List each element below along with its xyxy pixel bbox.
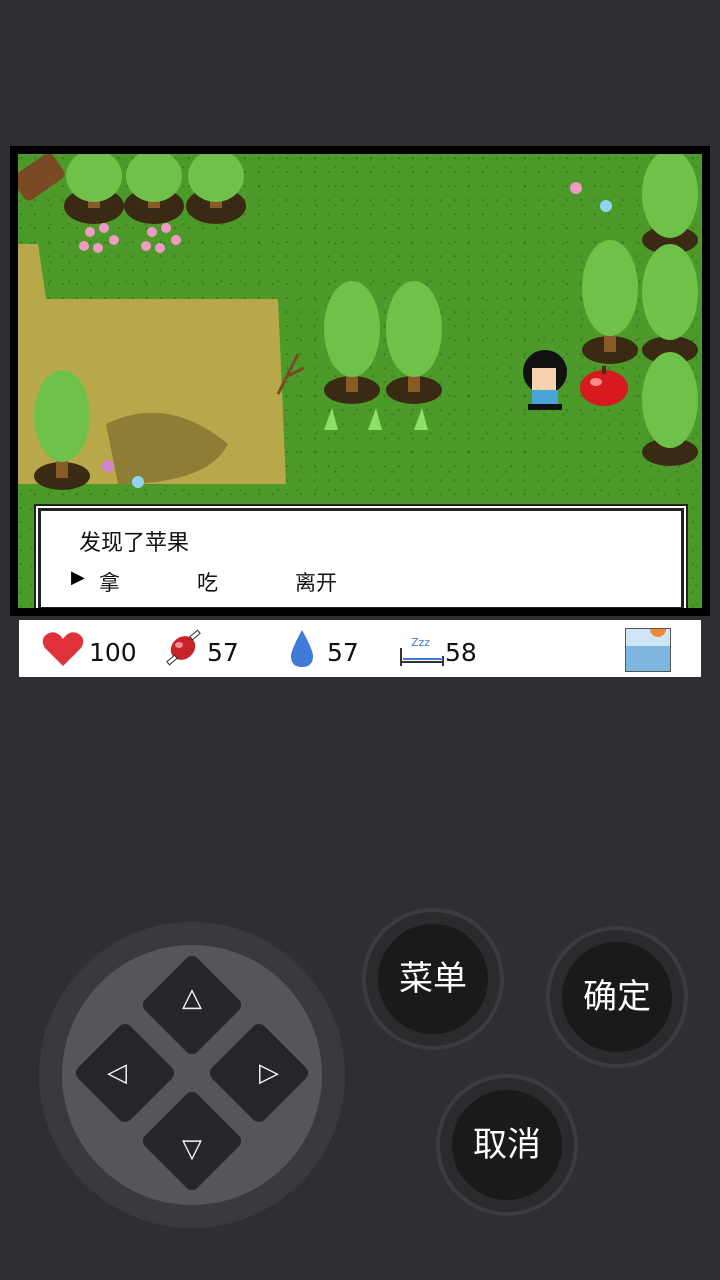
menu-button-label: 菜单 bbox=[399, 959, 467, 999]
tree-mid-1 bbox=[324, 281, 380, 404]
choice-eat[interactable]: 吃 bbox=[197, 567, 218, 597]
game-frame: 发现了苹果 ▶ 拿 吃 离开 bbox=[10, 146, 710, 616]
tree-top-3 bbox=[186, 154, 246, 224]
sleep-zzz: Zzz bbox=[411, 636, 430, 649]
tree-left-1 bbox=[34, 370, 90, 490]
selection-cursor: ▶ bbox=[71, 567, 85, 588]
status-bar: 100 57 57 Zzz 58 bbox=[19, 620, 701, 677]
heart-icon bbox=[42, 632, 84, 666]
cancel-button-label: 取消 bbox=[473, 1125, 541, 1165]
tree-top-2 bbox=[124, 154, 184, 224]
cancel-button[interactable]: 取消 bbox=[452, 1090, 562, 1200]
right-arrow-icon: ▷ bbox=[259, 1058, 279, 1088]
pink-flowers-1 bbox=[79, 223, 119, 253]
dialog-message: 发现了苹果 bbox=[79, 531, 190, 556]
food-value: 57 bbox=[207, 638, 239, 667]
sleep-stat: Zzz 58 bbox=[399, 630, 509, 668]
tree-mid-2 bbox=[386, 281, 442, 404]
down-arrow-icon: ▽ bbox=[182, 1134, 202, 1164]
water-drop-icon bbox=[291, 630, 313, 667]
player-character bbox=[523, 350, 567, 410]
game-map[interactable]: 发现了苹果 ▶ 拿 吃 离开 bbox=[18, 154, 702, 608]
health-stat: 100 bbox=[41, 630, 151, 668]
dialog-box: 发现了苹果 ▶ 拿 吃 离开 bbox=[38, 508, 684, 608]
tree-right-4 bbox=[642, 352, 698, 466]
confirm-button[interactable]: 确定 bbox=[562, 942, 672, 1052]
tree-right-3 bbox=[642, 244, 698, 364]
sleep-value: 58 bbox=[445, 638, 477, 667]
health-value: 100 bbox=[89, 638, 137, 667]
pink-flowers-2 bbox=[141, 223, 181, 253]
apple-item bbox=[580, 366, 628, 406]
sleep-bed-icon: Zzz bbox=[400, 636, 444, 666]
water-stat: 57 bbox=[287, 630, 387, 668]
menu-button[interactable]: 菜单 bbox=[378, 924, 488, 1034]
weather-sun-sea-icon[interactable] bbox=[625, 628, 671, 672]
tree-top-1 bbox=[64, 154, 124, 224]
tree-right-2 bbox=[642, 154, 698, 254]
choice-take[interactable]: 拿 bbox=[99, 567, 120, 597]
confirm-button-label: 确定 bbox=[583, 977, 651, 1017]
choice-leave[interactable]: 离开 bbox=[295, 567, 337, 597]
grass-tufts bbox=[324, 408, 428, 430]
left-arrow-icon: ◁ bbox=[107, 1058, 127, 1088]
up-arrow-icon: △ bbox=[182, 983, 202, 1013]
meat-icon bbox=[166, 629, 201, 666]
food-stat: 57 bbox=[163, 629, 263, 668]
tree-right-1 bbox=[582, 240, 638, 364]
log bbox=[18, 154, 65, 201]
twig bbox=[276, 353, 305, 395]
water-value: 57 bbox=[327, 638, 359, 667]
